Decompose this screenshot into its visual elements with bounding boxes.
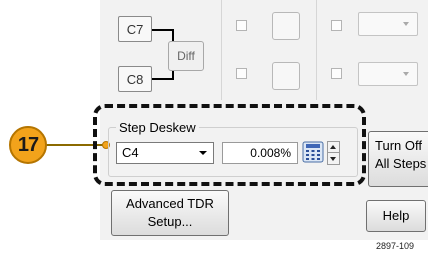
channel-c7-button[interactable]: C7 [118,16,152,42]
figure-id: 2897-109 [376,241,415,251]
checkbox[interactable] [331,68,342,79]
button-label-line2: All Steps [375,156,427,171]
advanced-tdr-setup-button[interactable]: Advanced TDR Setup... [111,190,229,236]
diff-button[interactable]: Diff [168,41,204,71]
dropdown[interactable] [358,12,418,36]
checkbox[interactable] [236,20,247,31]
square-button[interactable] [272,12,300,40]
button-label-line2: Setup... [147,214,193,229]
button-label-line1: Turn Off [375,138,422,153]
help-button[interactable]: Help [366,200,426,232]
turn-off-all-steps-button[interactable]: Turn Off All Steps [368,131,428,187]
chevron-down-icon [403,22,409,26]
callout-badge: 17 [9,126,47,164]
square-button[interactable] [272,62,300,90]
highlight-border [93,104,366,186]
column-divider [316,0,317,100]
diff-bracket [152,78,174,80]
diff-bracket [152,29,174,31]
chevron-down-icon [403,72,409,76]
button-label-line1: Advanced TDR [126,196,214,211]
checkbox[interactable] [331,20,342,31]
channel-c8-button[interactable]: C8 [118,66,152,92]
checkbox[interactable] [236,68,247,79]
dropdown[interactable] [358,62,418,86]
column-divider [221,0,222,100]
